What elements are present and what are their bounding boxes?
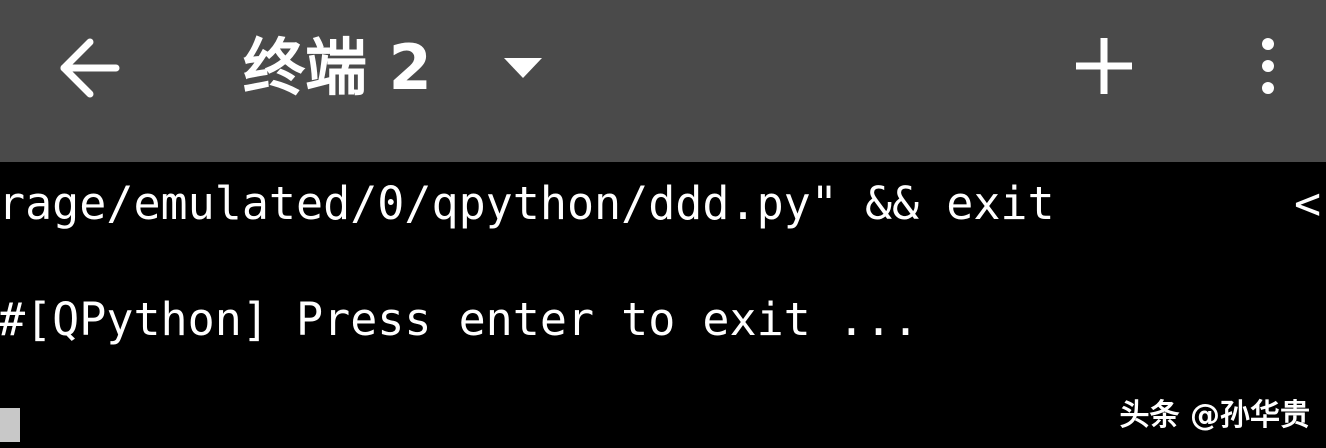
terminal-line: #[QPython] Press enter to exit ... <box>0 293 920 346</box>
arrow-left-icon <box>60 38 120 98</box>
terminal-output[interactable]: rage/emulated/0/qpython/ddd.py" && exit … <box>0 162 1326 448</box>
session-dropdown-button[interactable] <box>494 40 552 96</box>
terminal-cursor <box>0 408 20 442</box>
terminal-line: rage/emulated/0/qpython/ddd.py" && exit <box>0 177 1055 230</box>
new-session-button[interactable] <box>1068 30 1140 102</box>
terminal-app-screen: 终端 2 rage/emulated/0/qpython/ddd.py" && … <box>0 0 1326 448</box>
top-toolbar: 终端 2 <box>0 0 1326 162</box>
caret-down-icon <box>504 58 542 78</box>
more-vertical-icon <box>1262 38 1274 94</box>
back-button[interactable] <box>54 30 130 106</box>
plus-icon <box>1076 38 1132 94</box>
watermark: 头条 @孙华贵 <box>1119 398 1310 433</box>
more-options-button[interactable] <box>1244 30 1292 102</box>
terminal-title[interactable]: 终端 2 <box>243 28 432 108</box>
horizontal-scroll-marker: < <box>1294 177 1322 230</box>
